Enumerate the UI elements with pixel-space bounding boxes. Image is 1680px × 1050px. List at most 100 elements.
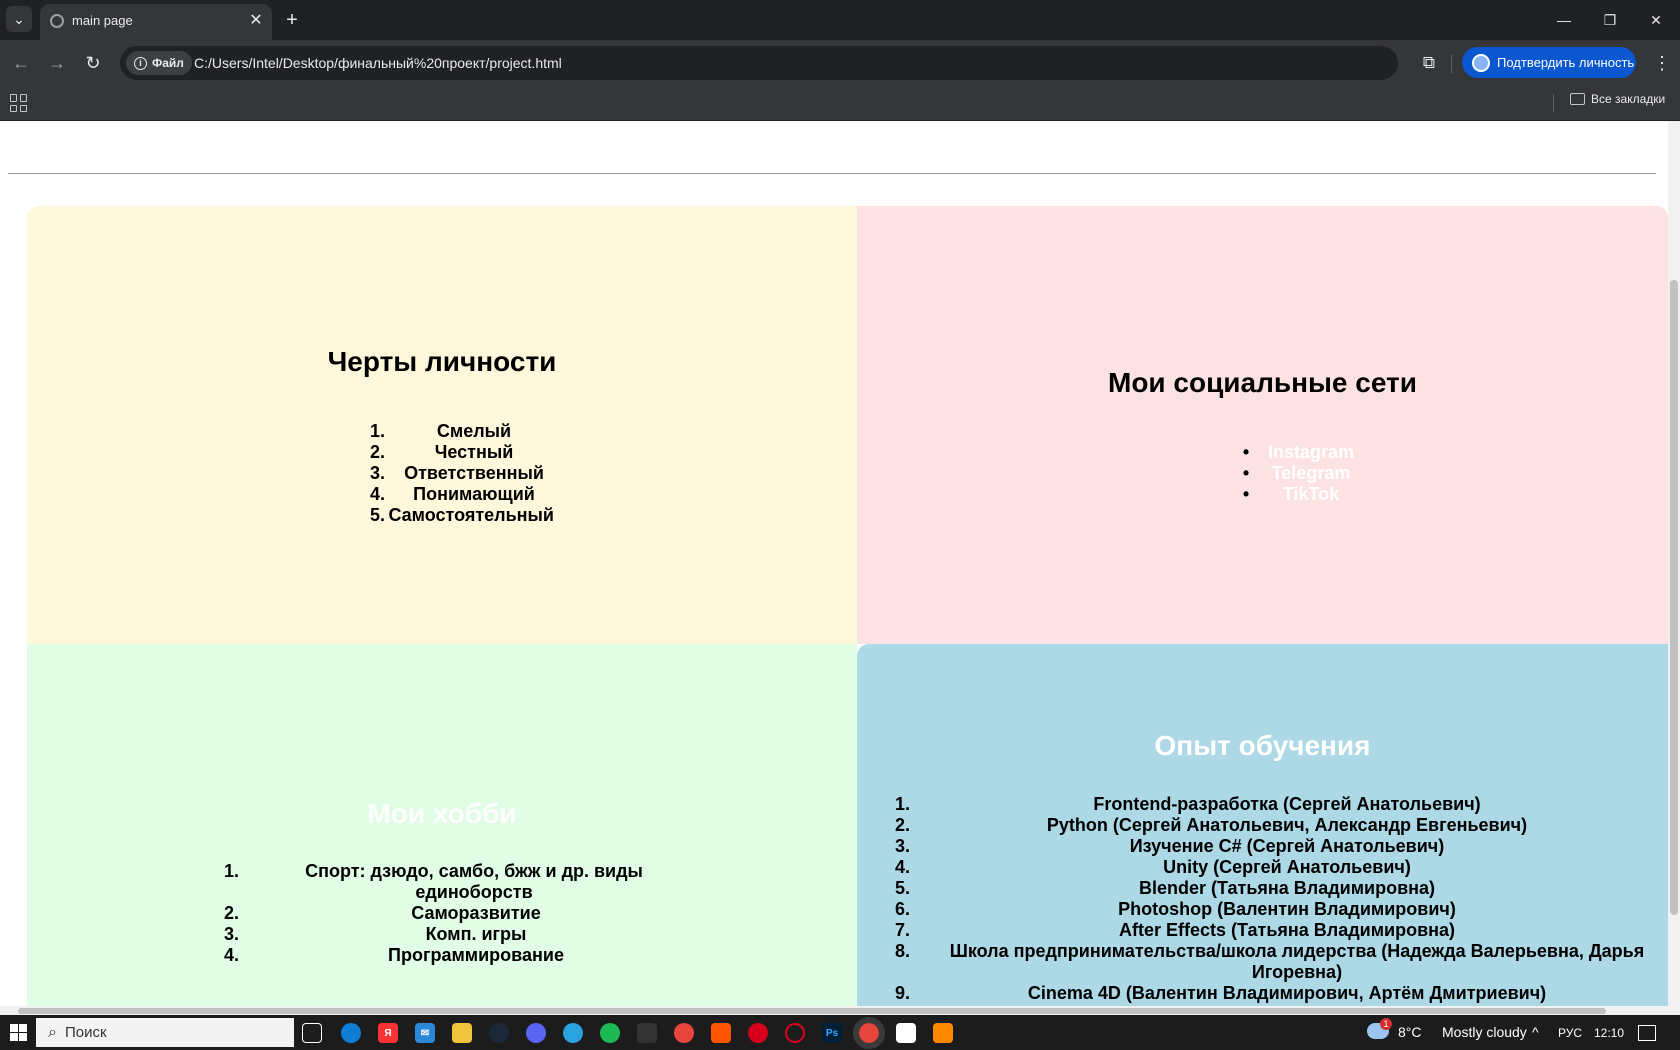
active-tab[interactable]: main page ✕ (40, 4, 272, 40)
minimize-icon[interactable]: — (1542, 6, 1586, 34)
weather-badge: 1 (1380, 1018, 1392, 1030)
tab-strip: ⌄ main page ✕ + — ❐ ✕ (0, 0, 1680, 40)
list-item: 5. Blender (Татьяна Владимировна) (895, 878, 1436, 898)
globe-icon (50, 14, 64, 28)
windows-start-icon[interactable] (10, 1024, 27, 1041)
social-card: Мои социальные сети • Instagram • Telegram… (857, 206, 1668, 644)
list-item: 3. Ответственный (370, 463, 544, 483)
list-item: 1. Спорт: дзюдо, самбо, бжж и др. виды ед… (224, 861, 643, 902)
telegram-icon[interactable] (563, 1023, 583, 1043)
list-item: 6. Photoshop (Валентин Владимирович) (895, 899, 1456, 919)
hobbies-title: Мои хобби (367, 798, 517, 829)
horizontal-scroll-thumb[interactable] (18, 1008, 1606, 1014)
list-item: • Instagram (1237, 442, 1367, 463)
instagram-link[interactable]: Instagram (1255, 442, 1367, 463)
roblox-icon[interactable] (896, 1023, 916, 1043)
weather-text[interactable]: Mostly cloudy (1442, 1024, 1527, 1040)
url-text[interactable]: C:/Users/Intel/Desktop/финальный%20проек… (194, 55, 562, 71)
list-item: 5. Самостоятельный (370, 505, 554, 525)
photoshop-icon[interactable]: Ps (822, 1023, 842, 1043)
list-item: 4. Unity (Сергей Анатольевич) (895, 857, 1411, 877)
file-label: Файл (152, 56, 184, 70)
social-list: • Instagram • Telegram • TikTok (1237, 442, 1367, 505)
list-item: 2. Саморазвитие (224, 903, 541, 923)
steam-icon[interactable] (489, 1023, 509, 1043)
yandex-browser-icon[interactable]: Я (378, 1023, 398, 1043)
telegram-link[interactable]: Telegram (1255, 463, 1367, 484)
file-explorer-icon[interactable] (452, 1023, 472, 1043)
mail-icon[interactable]: ✉ (415, 1023, 435, 1043)
profile-avatar-icon (1472, 53, 1490, 72)
restore-icon[interactable]: ❐ (1588, 6, 1632, 34)
close-tab-icon[interactable]: ✕ (246, 10, 266, 30)
site-info-chip[interactable]: i Файл (126, 51, 192, 75)
horizontal-rule (8, 173, 1656, 174)
page-viewport: Черты личности 1. Смелый 2. Честный 3. Отве… (0, 121, 1668, 1006)
profile-button-label: Подтвердить личность (1497, 55, 1635, 70)
task-view-icon[interactable] (302, 1023, 322, 1043)
bookmarks-bar: Все закладки (0, 86, 1680, 121)
clock[interactable]: 12:10 (1594, 1026, 1624, 1040)
close-window-icon[interactable]: ✕ (1634, 6, 1678, 34)
list-item: 3. Комп. игры (224, 924, 527, 944)
list-item: 2. Честный (370, 442, 514, 462)
windows-taskbar: ⌕ Поиск Я ✉ Ps 1 8°C Mostly cloudy ^ РУС… (0, 1015, 1680, 1050)
toolbar-divider (1451, 55, 1452, 73)
taskbar-search[interactable]: ⌕ Поиск (36, 1018, 294, 1047)
new-tab-icon[interactable]: + (280, 8, 304, 32)
discord-icon[interactable] (526, 1023, 546, 1043)
apps-grid-icon[interactable] (10, 94, 28, 112)
list-item: 2. Python (Сергей Анатольевич, Александр … (895, 815, 1528, 835)
menu-kebab-icon[interactable]: ⋮ (1652, 50, 1672, 76)
address-bar[interactable]: i Файл C:/Users/Intel/Desktop/финальный%… (120, 46, 1498, 80)
traits-list: 1. Смелый 2. Честный 3. Ответственный 4. Пон… (370, 421, 554, 526)
back-icon[interactable]: ← (8, 50, 34, 76)
epic-games-icon[interactable] (637, 1023, 657, 1043)
chrome-icon[interactable] (674, 1023, 694, 1043)
reload-icon[interactable]: ↻ (80, 50, 106, 76)
chrome-active-icon[interactable] (853, 1017, 885, 1049)
spotify-icon[interactable] (600, 1023, 620, 1043)
list-item: • TikTok (1237, 484, 1367, 505)
sublime-text-icon[interactable] (933, 1023, 953, 1043)
edge-icon[interactable] (341, 1023, 361, 1043)
hobbies-list: 1. Спорт: дзюдо, самбо, бжж и др. виды ед… (224, 861, 704, 966)
extensions-icon[interactable]: ⧉ (1416, 50, 1442, 76)
weather-temp[interactable]: 8°C (1398, 1024, 1422, 1040)
info-icon: i (134, 56, 147, 70)
taskbar-search-placeholder: Поиск (64, 1024, 107, 1041)
opera-icon[interactable] (748, 1023, 768, 1043)
list-item: 9. Cinema 4D (Валентин Владимирович, Артё… (895, 983, 1547, 1003)
list-item: 4. Программирование (224, 945, 564, 965)
traits-title: Черты личности (327, 346, 557, 377)
tiktok-link[interactable]: TikTok (1255, 484, 1367, 505)
language-indicator[interactable]: РУС (1558, 1026, 1582, 1040)
tab-title: main page (72, 13, 133, 28)
search-icon: ⌕ (48, 1023, 57, 1041)
tab-search-chevron-icon[interactable]: ⌄ (6, 6, 32, 32)
verify-identity-button[interactable]: Подтвердить личность (1462, 47, 1636, 78)
education-title: Опыт обучения (1154, 730, 1371, 761)
list-item: 7. After Effects (Татьяна Владимировна) (895, 920, 1456, 940)
list-item: 3. Изучение C# (Сергей Анатольевич) (895, 836, 1445, 856)
traits-card: Черты личности 1. Смелый 2. Честный 3. Отве… (27, 206, 857, 644)
list-item: 8. Школа предпринимательства/школа лидерс… (895, 941, 1645, 982)
all-bookmarks-label: Все закладки (1591, 92, 1666, 106)
hobbies-card: Мои хобби 1. Спорт: дзюдо, самбо, бжж и д… (27, 644, 857, 1006)
vertical-scroll-thumb[interactable] (1670, 280, 1678, 915)
list-item: • Telegram (1237, 463, 1367, 484)
education-list: 1. Frontend-разработка (Сергей Анатольеви… (895, 794, 1655, 1004)
education-card: Опыт обучения 1. Frontend-разработка (Сер… (857, 644, 1668, 1006)
bookmarks-divider (1553, 94, 1554, 112)
opera-gx-icon[interactable] (785, 1023, 805, 1043)
forward-icon[interactable]: → (44, 50, 70, 76)
tray-chevron-icon[interactable]: ^ (1532, 1024, 1539, 1040)
all-bookmarks-button[interactable]: Все закладки (1570, 92, 1665, 106)
folder-icon (1570, 93, 1585, 105)
list-item: 1. Frontend-разработка (Сергей Анатольеви… (895, 794, 1481, 814)
list-item: 1. Смелый (370, 421, 512, 441)
list-item: 4. Понимающий (370, 484, 535, 504)
notifications-icon[interactable] (1638, 1025, 1656, 1041)
soundcloud-icon[interactable] (711, 1023, 731, 1043)
social-title: Мои социальные сети (1108, 367, 1417, 398)
